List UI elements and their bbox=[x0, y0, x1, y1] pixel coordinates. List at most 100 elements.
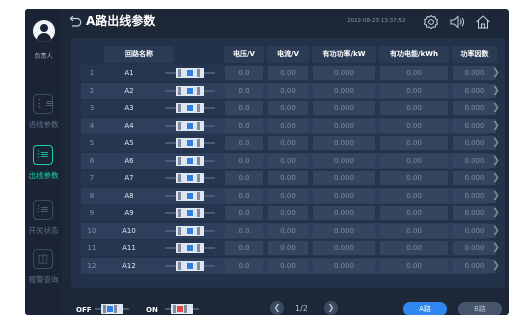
switch-off-icon bbox=[165, 225, 215, 236]
cell-energy: 0.00 bbox=[406, 69, 422, 77]
circuit-name: A10 bbox=[122, 226, 136, 235]
cell-voltage: 0.0 bbox=[238, 86, 250, 95]
chevron-right-icon[interactable]: ❯ bbox=[491, 223, 501, 239]
route-b-button[interactable]: B路 bbox=[458, 302, 502, 315]
cell-power: 0.000 bbox=[333, 139, 355, 147]
chevron-right-icon[interactable]: ❯ bbox=[491, 258, 501, 274]
cell-current: 0.00 bbox=[280, 69, 296, 77]
row-index: 7 bbox=[89, 174, 95, 182]
switch-off-icon bbox=[165, 138, 215, 148]
row-index: 5 bbox=[89, 139, 95, 147]
chevron-right-icon[interactable]: ❯ bbox=[491, 240, 501, 256]
cell-current: 0.00 bbox=[280, 209, 296, 217]
cell-current: 0.00 bbox=[280, 261, 296, 270]
table-row[interactable]: 10 A10 0.0 0.00 0.000 0.00 0.000 ❯ bbox=[81, 222, 501, 239]
table-row[interactable]: 11 A11 0.0 0.00 0.000 0.00 0.000 ❯ bbox=[81, 240, 501, 256]
chevron-right-icon[interactable]: ❯ bbox=[491, 205, 501, 221]
volume-icon[interactable] bbox=[449, 14, 465, 30]
cell-current: 0.00 bbox=[280, 226, 296, 235]
cell-power: 0.000 bbox=[333, 244, 355, 252]
row-index: 6 bbox=[89, 156, 95, 165]
chevron-right-icon[interactable]: ❯ bbox=[491, 100, 501, 116]
user-label: 负责人 bbox=[34, 53, 53, 60]
cell-voltage: 0.0 bbox=[238, 156, 250, 165]
sidebar-item-label: 开关状态 bbox=[28, 226, 59, 235]
cell-current: 0.00 bbox=[280, 104, 296, 112]
settings-icon[interactable] bbox=[423, 14, 439, 30]
cell-energy: 0.00 bbox=[406, 261, 422, 270]
table-row[interactable]: 12 A12 0.0 0.00 0.000 0.00 0.000 ❯ bbox=[81, 257, 501, 274]
sidebar-item-outgoing-params[interactable]: ⫶≡ 出线参数 bbox=[25, 145, 62, 197]
cell-voltage: 0.0 bbox=[238, 121, 250, 130]
chevron-right-icon[interactable]: ❯ bbox=[491, 135, 501, 151]
sidebar-item-label: 进线参数 bbox=[28, 120, 59, 129]
cell-energy: 0.00 bbox=[406, 156, 422, 165]
home-icon[interactable] bbox=[475, 14, 491, 30]
circuit-name: A8 bbox=[124, 191, 134, 200]
column-header-active-power: 有功功率/kW bbox=[312, 46, 376, 63]
next-page-button[interactable]: ❯ bbox=[324, 301, 338, 315]
circuit-name: A4 bbox=[124, 121, 134, 130]
switch-on-icon bbox=[165, 304, 199, 314]
table-row[interactable]: 5 A5 0.0 0.00 0.000 0.00 0.000 ❯ bbox=[81, 135, 501, 151]
chevron-right-icon[interactable]: ❯ bbox=[491, 153, 501, 169]
column-header-circuit-name: 回路名称 bbox=[104, 46, 174, 63]
chevron-right-icon[interactable]: ❯ bbox=[491, 188, 501, 204]
switch-off-icon bbox=[165, 85, 215, 96]
column-header-voltage: 电压/V bbox=[224, 46, 264, 63]
switch-status-icon: ⫶≡ bbox=[33, 200, 53, 220]
page-indicator: 1/2 bbox=[295, 304, 308, 313]
cell-current: 0.00 bbox=[280, 121, 296, 130]
cell-energy: 0.00 bbox=[406, 209, 422, 217]
column-header-active-energy: 有功电能/kWh bbox=[379, 46, 449, 63]
prev-page-button[interactable]: ❮ bbox=[270, 301, 284, 315]
cell-voltage: 0.0 bbox=[238, 139, 250, 147]
table-row[interactable]: 1 A1 0.0 0.00 0.000 0.00 0.000 ❯ bbox=[81, 65, 501, 81]
alarm-query-icon: ◫ bbox=[33, 249, 53, 269]
switch-off-icon bbox=[165, 103, 215, 113]
row-index: 2 bbox=[89, 86, 95, 95]
switch-off-icon bbox=[165, 190, 215, 201]
cell-energy: 0.00 bbox=[406, 139, 422, 147]
user-icon bbox=[40, 24, 48, 32]
chevron-right-icon[interactable]: ❯ bbox=[491, 170, 501, 186]
table-row[interactable]: 4 A4 0.0 0.00 0.000 0.00 0.000 ❯ bbox=[81, 117, 501, 134]
sidebar-item-label: 出线参数 bbox=[28, 171, 59, 180]
route-a-button[interactable]: A路 bbox=[403, 302, 447, 315]
switch-off-icon bbox=[165, 243, 215, 253]
table-row[interactable]: 2 A2 0.0 0.00 0.000 0.00 0.000 ❯ bbox=[81, 82, 501, 99]
row-index: 10 bbox=[87, 226, 97, 235]
table-row[interactable]: 8 A8 0.0 0.00 0.000 0.00 0.000 ❯ bbox=[81, 187, 501, 204]
cell-power: 0.000 bbox=[333, 191, 355, 200]
datetime: 2022-08-23 13:37:52 bbox=[347, 18, 406, 24]
cell-energy: 0.00 bbox=[406, 226, 422, 235]
off-legend-label: OFF bbox=[76, 306, 92, 314]
outgoing-params-table: 回路名称 电压/V 电流/V 有功功率/kW 有功电能/kWh 功率因数 1 A1… bbox=[71, 38, 505, 288]
chevron-right-icon[interactable]: ❯ bbox=[491, 83, 501, 99]
table-row[interactable]: 3 A3 0.0 0.00 0.000 0.00 0.000 ❯ bbox=[81, 100, 501, 116]
table-row[interactable]: 6 A6 0.0 0.00 0.000 0.00 0.000 ❯ bbox=[81, 152, 501, 169]
row-index: 12 bbox=[87, 261, 97, 270]
avatar[interactable] bbox=[33, 20, 55, 42]
switch-off-icon bbox=[165, 120, 215, 131]
cell-voltage: 0.0 bbox=[238, 261, 250, 270]
back-icon[interactable] bbox=[69, 14, 83, 28]
chevron-right-icon[interactable]: ❯ bbox=[491, 118, 501, 134]
table-row[interactable]: 7 A7 0.0 0.00 0.000 0.00 0.000 ❯ bbox=[81, 170, 501, 186]
circuit-name: A9 bbox=[124, 209, 134, 217]
cell-energy: 0.00 bbox=[406, 104, 422, 112]
row-index: 8 bbox=[89, 191, 95, 200]
switch-off-icon bbox=[165, 208, 215, 218]
chevron-right-icon[interactable]: ❯ bbox=[491, 65, 501, 81]
circuit-name: A7 bbox=[124, 174, 134, 182]
sidebar: 负责人 ⋮≡ 进线参数 ⫶≡ 出线参数 ⫶≡ 开关状态 ◫ 报警查询 bbox=[25, 9, 62, 315]
sidebar-item-alarm-query[interactable]: ◫ 报警查询 bbox=[25, 249, 62, 301]
sidebar-item-switch-status[interactable]: ⫶≡ 开关状态 bbox=[25, 200, 62, 252]
cell-current: 0.00 bbox=[280, 174, 296, 182]
cell-energy: 0.00 bbox=[406, 121, 422, 130]
switch-off-icon bbox=[165, 173, 215, 183]
table-row[interactable]: 9 A9 0.0 0.00 0.000 0.00 0.000 ❯ bbox=[81, 205, 501, 221]
sidebar-item-incoming-params[interactable]: ⋮≡ 进线参数 bbox=[25, 94, 62, 146]
circuit-name: A1 bbox=[124, 69, 134, 77]
cell-power: 0.000 bbox=[333, 174, 355, 182]
